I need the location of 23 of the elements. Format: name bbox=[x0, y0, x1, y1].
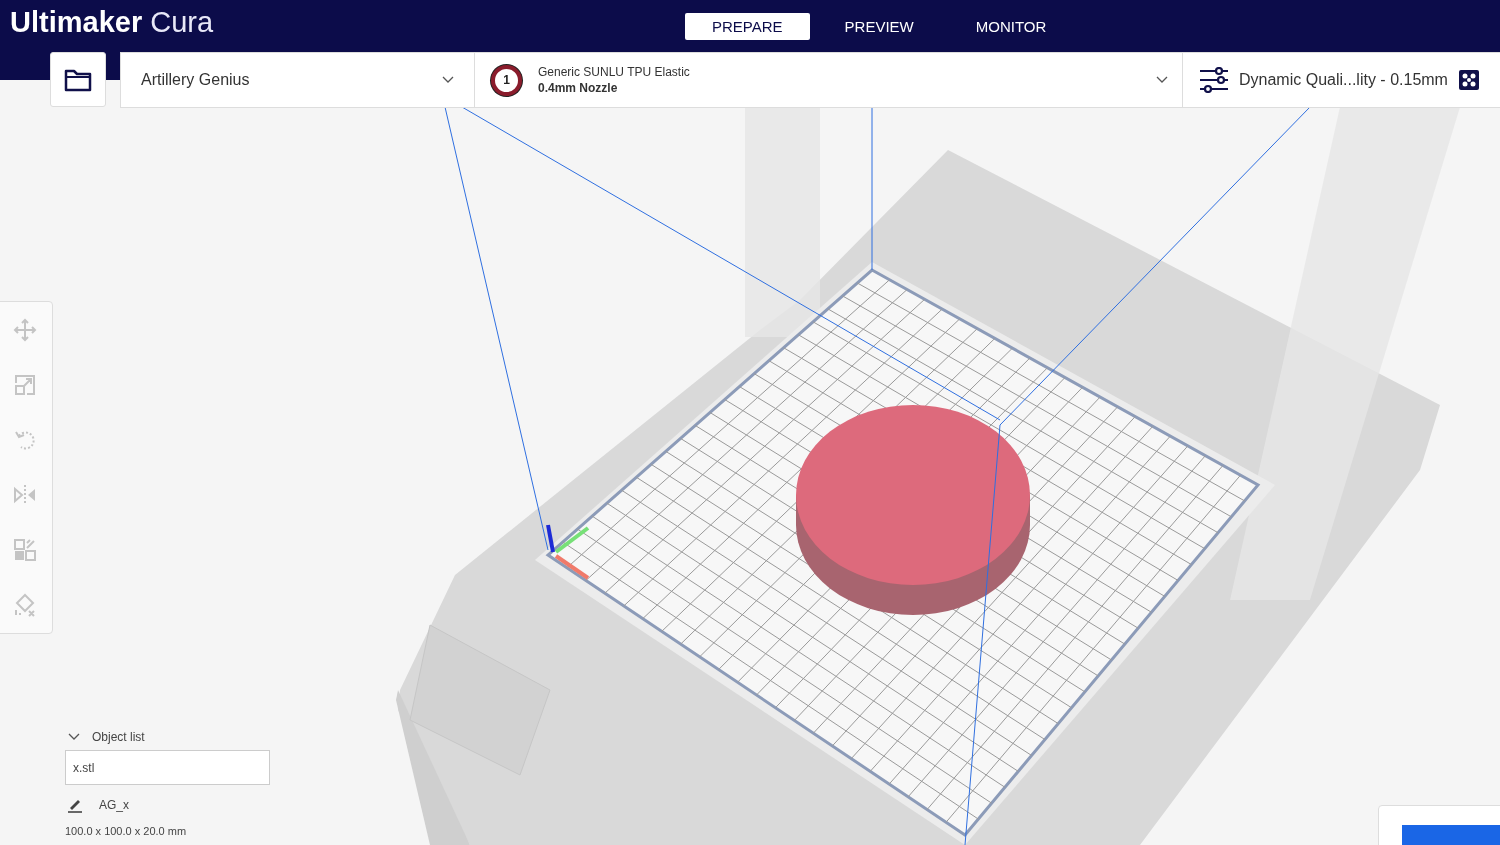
per-model-settings-icon[interactable] bbox=[12, 538, 37, 563]
chevron-down-icon bbox=[68, 733, 80, 741]
app-logo: Ultimaker Cura bbox=[10, 6, 214, 39]
stage-tab[interactable]: MONITOR bbox=[948, 12, 1074, 40]
stage-tab[interactable]: PREPARE bbox=[685, 12, 810, 40]
chevron-down-icon bbox=[1156, 76, 1168, 84]
move-icon[interactable] bbox=[12, 317, 37, 342]
support-icon bbox=[1457, 69, 1480, 91]
object-list-toggle[interactable]: Object list bbox=[65, 728, 270, 746]
folder-icon bbox=[64, 67, 92, 92]
object-dimensions: 100.0 x 100.0 x 20.0 mm bbox=[65, 825, 188, 837]
sliders-icon bbox=[1199, 67, 1229, 93]
object-name: AG_x bbox=[99, 798, 129, 812]
stage-tab[interactable]: PREVIEW bbox=[817, 12, 941, 40]
material-name: Generic SUNLU TPU Elastic bbox=[538, 65, 690, 79]
scale-icon[interactable] bbox=[12, 372, 37, 397]
support-blocker-icon[interactable] bbox=[12, 593, 37, 618]
object-list-item[interactable]: x.stl bbox=[65, 750, 270, 785]
extruder-badge: 1 bbox=[491, 64, 522, 96]
nozzle-size: 0.4mm Nozzle bbox=[538, 81, 618, 95]
open-file-button[interactable] bbox=[50, 52, 106, 107]
chevron-down-icon bbox=[442, 76, 454, 84]
pencil-icon[interactable] bbox=[67, 797, 85, 813]
